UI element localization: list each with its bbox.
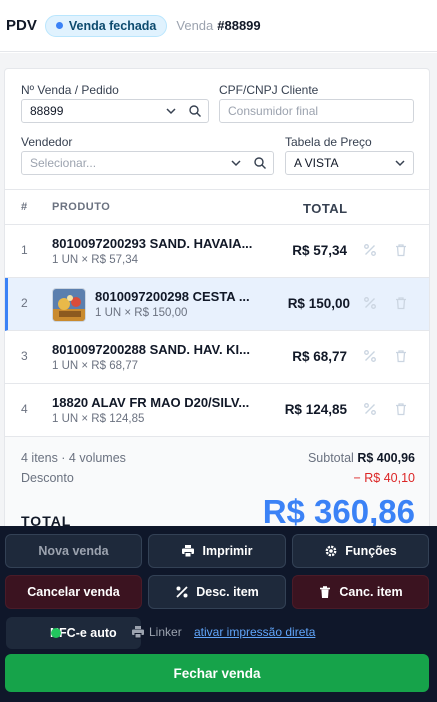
- discount-icon[interactable]: [363, 349, 377, 363]
- discount-icon[interactable]: [363, 296, 377, 310]
- chevron-down-icon[interactable]: [164, 104, 178, 118]
- seller-label: Vendedor: [21, 135, 73, 149]
- cpf-label: CPF/CNPJ Cliente: [219, 83, 319, 97]
- status-text: Venda fechada: [68, 18, 157, 33]
- linker-status: Linker: [131, 625, 182, 639]
- cpf-placeholder: Consumidor final: [228, 104, 319, 118]
- header-index: #: [21, 201, 28, 213]
- price-table-value: A VISTA: [294, 156, 339, 170]
- product-total: R$ 124,85: [284, 402, 347, 417]
- nfce-toggle[interactable]: NFC-e auto: [6, 617, 141, 649]
- row-index: 2: [21, 296, 28, 310]
- product-quantity: 1 UN × R$ 150,00: [95, 307, 188, 319]
- printer-icon: [132, 626, 144, 639]
- search-icon[interactable]: [253, 156, 267, 170]
- sale-form: Nº Venda / Pedido 88899 CPF/CNPJ Cliente…: [5, 69, 429, 189]
- printer-icon: [182, 545, 195, 558]
- sale-number: #88899: [217, 18, 261, 33]
- order-input[interactable]: 88899: [21, 99, 209, 123]
- subtotal: Subtotal R$ 400,96: [308, 451, 415, 465]
- row-index: 4: [21, 402, 28, 416]
- table-row[interactable]: 2 8010097200298 CESTA ... 1 UN × R$ 150,…: [5, 278, 429, 331]
- seller-placeholder: Selecionar...: [30, 156, 97, 170]
- order-value: 88899: [30, 104, 64, 118]
- header-total: TOTAL: [303, 201, 348, 216]
- table-row[interactable]: 3 8010097200288 SAND. HAV. KI... 1 UN × …: [5, 331, 429, 384]
- product-name: 8010097200298 CESTA ...: [95, 289, 250, 304]
- item-discount-button[interactable]: Desc. item: [148, 575, 286, 609]
- product-name: 8010097200293 SAND. HAVAIA...: [52, 236, 253, 251]
- chevron-down-icon[interactable]: [393, 156, 407, 170]
- subtotal-value: R$ 400,96: [357, 451, 415, 465]
- print-button[interactable]: Imprimir: [148, 534, 286, 568]
- new-sale-label: Nova venda: [38, 544, 109, 558]
- trash-icon[interactable]: [394, 296, 408, 310]
- app-title: PDV: [6, 17, 37, 34]
- chevron-down-icon[interactable]: [229, 156, 243, 170]
- discount-label: Desconto: [21, 471, 74, 485]
- trash-icon[interactable]: [394, 243, 408, 257]
- row-index: 3: [21, 349, 28, 363]
- close-sale-button[interactable]: Fechar venda: [5, 654, 429, 692]
- status-dot-icon: [51, 628, 61, 638]
- item-discount-label: Desc. item: [196, 585, 259, 599]
- sale-label: Venda: [176, 18, 214, 33]
- print-label: Imprimir: [202, 544, 253, 558]
- percent-icon: [176, 586, 188, 598]
- header-product: PRODUTO: [52, 201, 111, 213]
- discount-icon[interactable]: [363, 402, 377, 416]
- sale-card: Nº Venda / Pedido 88899 CPF/CNPJ Cliente…: [4, 68, 430, 538]
- cancel-item-button[interactable]: Canc. item: [292, 575, 429, 609]
- row-index: 1: [21, 243, 28, 257]
- status-badge: Venda fechada: [44, 14, 168, 37]
- top-bar: PDV Venda fechada Venda #88899: [0, 0, 437, 52]
- discount-value: − R$ 40,10: [353, 471, 415, 485]
- product-quantity: 1 UN × R$ 68,77: [52, 360, 138, 372]
- price-table-select[interactable]: A VISTA: [285, 151, 414, 175]
- product-name: 8010097200288 SAND. HAV. KI...: [52, 342, 251, 357]
- product-total: R$ 57,34: [292, 243, 347, 258]
- close-sale-label: Fechar venda: [173, 665, 261, 681]
- functions-button[interactable]: Funções: [292, 534, 429, 568]
- cpf-input[interactable]: Consumidor final: [219, 99, 414, 123]
- cancel-item-label: Canc. item: [339, 585, 403, 599]
- product-total: R$ 150,00: [287, 296, 350, 311]
- seller-select[interactable]: Selecionar...: [21, 151, 274, 175]
- cancel-sale-button[interactable]: Cancelar venda: [5, 575, 142, 609]
- subtotal-label: Subtotal: [307, 451, 354, 465]
- functions-label: Funções: [345, 544, 397, 558]
- trash-icon[interactable]: [394, 349, 408, 363]
- cancel-sale-label: Cancelar venda: [27, 585, 120, 599]
- action-panel: Nova venda Imprimir Funções Cancelar ven…: [0, 526, 437, 702]
- product-quantity: 1 UN × R$ 57,34: [52, 254, 138, 266]
- product-quantity: 1 UN × R$ 124,85: [52, 413, 145, 425]
- order-label: Nº Venda / Pedido: [21, 83, 119, 97]
- table-header: # PRODUTO TOTAL: [5, 189, 429, 225]
- product-thumbnail: [52, 288, 86, 322]
- direct-print-link[interactable]: ativar impressão direta: [194, 625, 315, 639]
- trash-icon: [320, 586, 331, 598]
- trash-icon[interactable]: [394, 402, 408, 416]
- new-sale-button[interactable]: Nova venda: [5, 534, 142, 568]
- status-dot-icon: [55, 22, 63, 29]
- table-row[interactable]: 4 18820 ALAV FR MAO D20/SILV... 1 UN × R…: [5, 384, 429, 437]
- items-info: 4 itens · 4 volumes: [21, 451, 126, 465]
- table-row[interactable]: 1 8010097200293 SAND. HAVAIA... 1 UN × R…: [5, 225, 429, 278]
- product-image-icon: [53, 289, 85, 321]
- product-name: 18820 ALAV FR MAO D20/SILV...: [52, 395, 250, 410]
- search-icon[interactable]: [188, 104, 202, 118]
- gear-icon: [325, 545, 337, 557]
- price-table-label: Tabela de Preço: [285, 135, 372, 149]
- linker-label: Linker: [149, 625, 182, 639]
- discount-icon[interactable]: [363, 243, 377, 257]
- summary-panel: 4 itens · 4 volumes Subtotal R$ 400,96 D…: [5, 437, 429, 537]
- product-total: R$ 68,77: [292, 349, 347, 364]
